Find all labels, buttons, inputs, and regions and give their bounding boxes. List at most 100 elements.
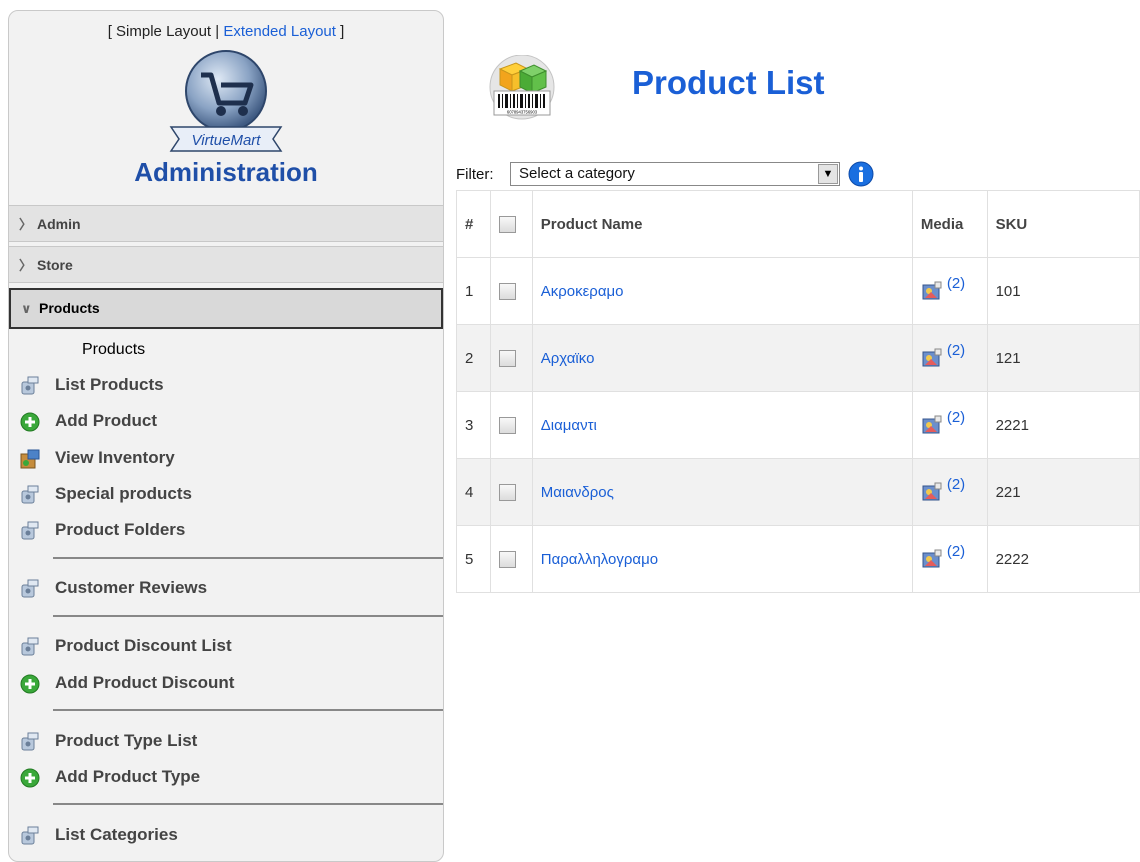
product-name-cell: Διαμαντι [531, 391, 913, 459]
product-name-link[interactable]: Διαμαντι [541, 417, 597, 434]
menu-add-product-type[interactable]: Add Product Type [19, 762, 439, 792]
menu-divider [53, 557, 443, 559]
row-checkbox[interactable] [498, 349, 516, 367]
product-list-icon: 6078943756903 [489, 55, 555, 120]
media-icon[interactable] [921, 281, 943, 301]
media-cell: (2) [911, 324, 988, 392]
row-number: 3 [456, 391, 491, 459]
info-icon[interactable] [848, 161, 874, 187]
col-header-select [489, 190, 533, 258]
product-name-cell: Αρχαϊκο [531, 324, 913, 392]
page-title: Product List [632, 64, 825, 101]
menu-product-type-list[interactable]: Product Type List [19, 726, 439, 756]
simple-layout-link[interactable]: Simple Layout [116, 23, 211, 40]
media-count-link[interactable]: (2) [947, 275, 965, 292]
virtuemart-logo: VirtueMart [169, 50, 283, 152]
administration-title: Administration [134, 157, 318, 187]
media-count-link[interactable]: (2) [947, 543, 965, 560]
list-icon [21, 732, 39, 751]
row-number: 2 [456, 324, 491, 392]
add-icon [20, 674, 40, 694]
col-header-media: Media [911, 190, 988, 258]
table-header-row: # Product Name Media SKU [456, 190, 1140, 258]
sku-cell: 2221 [986, 391, 1140, 459]
media-count-link[interactable]: (2) [947, 342, 965, 359]
chevron-down-icon: ▼ [818, 164, 838, 184]
list-icon [21, 637, 39, 656]
sku-cell: 101 [986, 257, 1140, 325]
media-icon[interactable] [921, 348, 943, 368]
media-cell: (2) [911, 458, 988, 526]
menu-list-categories[interactable]: List Categories [19, 820, 439, 850]
menu-divider [53, 709, 443, 711]
menu-special-products[interactable]: Special products [19, 479, 439, 509]
media-cell: (2) [911, 257, 988, 325]
col-header-number: # [456, 190, 491, 258]
list-icon [21, 485, 39, 504]
row-number: 4 [456, 458, 491, 526]
list-icon [21, 579, 39, 598]
menu-divider [53, 615, 443, 617]
menu-add-product[interactable]: Add Product [19, 406, 439, 436]
chevron-right-icon: 〉 [19, 217, 33, 232]
menu-view-inventory[interactable]: View Inventory [19, 443, 439, 473]
add-icon [20, 412, 40, 432]
menu-product-folders[interactable]: Product Folders [19, 515, 439, 545]
product-name-link[interactable]: Μαιανδρος [541, 484, 614, 501]
media-icon[interactable] [921, 415, 943, 435]
list-icon [21, 376, 39, 395]
table-row: 4 Μαιανδρος (2) 221 [456, 458, 1140, 526]
row-select-cell [489, 458, 533, 526]
add-icon [20, 768, 40, 788]
section-products[interactable]: ∨ Products [9, 288, 443, 329]
row-checkbox[interactable] [498, 282, 516, 300]
media-count-link[interactable]: (2) [947, 409, 965, 426]
row-select-cell [489, 257, 533, 325]
table-row: 5 Παραλληλογραμο (2) 2222 [456, 525, 1140, 593]
menu-add-product-discount[interactable]: Add Product Discount [19, 668, 439, 698]
product-name-cell: Παραλληλογραμο [531, 525, 913, 593]
product-name-link[interactable]: Αρχαϊκο [541, 350, 595, 367]
sku-cell: 2222 [986, 525, 1140, 593]
menu-customer-reviews[interactable]: Customer Reviews [19, 573, 439, 603]
section-store[interactable]: 〉 Store [9, 246, 443, 283]
table-row: 2 Αρχαϊκο (2) 121 [456, 324, 1140, 392]
table-row: 3 Διαμαντι (2) 2221 [456, 391, 1140, 459]
col-header-sku[interactable]: SKU [986, 190, 1140, 258]
media-count-link[interactable]: (2) [947, 476, 965, 493]
select-all-checkbox[interactable] [498, 215, 516, 233]
row-select-cell [489, 525, 533, 593]
products-subheading: Products [82, 341, 146, 358]
sku-cell: 121 [986, 324, 1140, 392]
product-name-link[interactable]: Ακροκεραμο [541, 283, 624, 300]
layout-switch: [ Simple Layout | Extended Layout ] [107, 23, 345, 40]
media-icon[interactable] [921, 482, 943, 502]
category-filter-select[interactable]: Select a category ▼ [510, 162, 840, 186]
inventory-icon [20, 449, 40, 469]
media-cell: (2) [911, 525, 988, 593]
media-icon[interactable] [921, 549, 943, 569]
category-filter-value: Select a category [519, 165, 635, 182]
filter-label: Filter: [456, 166, 494, 183]
row-checkbox[interactable] [498, 550, 516, 568]
list-icon [21, 826, 39, 845]
chevron-right-icon: 〉 [19, 258, 33, 273]
menu-divider [53, 803, 443, 805]
list-icon [21, 521, 39, 540]
media-cell: (2) [911, 391, 988, 459]
row-select-cell [489, 391, 533, 459]
menu-list-products[interactable]: List Products [19, 370, 439, 400]
product-name-cell: Μαιανδρος [531, 458, 913, 526]
product-name-cell: Ακροκεραμο [531, 257, 913, 325]
svg-text:6078943756903: 6078943756903 [507, 110, 538, 115]
extended-layout-link[interactable]: Extended Layout [223, 23, 336, 40]
row-checkbox[interactable] [498, 483, 516, 501]
product-table: # Product Name Media SKU 1 Ακροκεραμο (2… [456, 190, 1140, 593]
row-checkbox[interactable] [498, 416, 516, 434]
row-number: 1 [456, 257, 491, 325]
menu-product-discount-list[interactable]: Product Discount List [19, 631, 439, 661]
product-name-link[interactable]: Παραλληλογραμο [541, 551, 658, 568]
row-number: 5 [456, 525, 491, 593]
col-header-product-name[interactable]: Product Name [531, 190, 913, 258]
section-admin[interactable]: 〉 Admin [9, 205, 443, 242]
